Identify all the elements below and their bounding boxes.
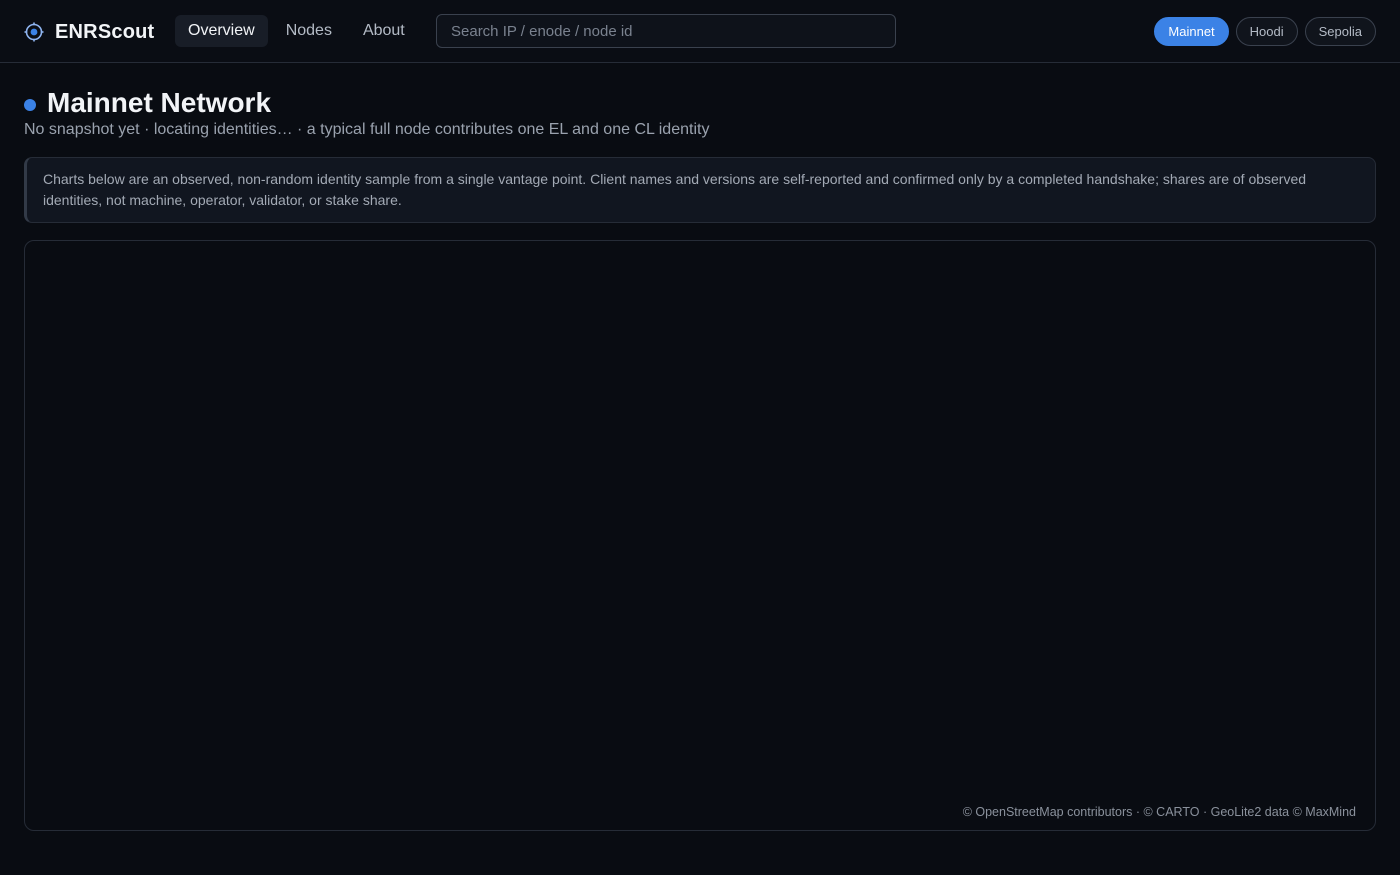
tab-about[interactable]: About xyxy=(350,15,418,47)
network-sepolia-button[interactable]: Sepolia xyxy=(1304,17,1376,46)
network-hoodi-button[interactable]: Hoodi xyxy=(1235,17,1298,46)
title-row: Mainnet Network xyxy=(24,86,709,120)
page-header: Mainnet Network No snapshot yet · locati… xyxy=(24,86,709,139)
network-status-dot xyxy=(24,99,36,111)
scout-logo-icon xyxy=(24,22,44,42)
tab-nodes[interactable]: Nodes xyxy=(273,15,345,47)
sample-disclaimer-notice: Charts below are an observed, non-random… xyxy=(24,157,1376,223)
node-map-panel[interactable]: © OpenStreetMap contributors · © CARTO ·… xyxy=(24,240,1376,831)
top-bar: ENRScout Overview Nodes About Mainnet Ho… xyxy=(0,0,1400,63)
search-input[interactable] xyxy=(437,15,895,47)
brand[interactable]: ENRScout xyxy=(24,18,154,46)
network-switcher: Mainnet Hoodi Sepolia xyxy=(1147,17,1376,46)
search-box xyxy=(436,14,896,48)
page-subtitle: No snapshot yet · locating identities… ·… xyxy=(24,121,710,138)
app-name: ENRScout xyxy=(55,20,155,43)
network-mainnet-button[interactable]: Mainnet xyxy=(1154,17,1229,46)
map-attribution: © OpenStreetMap contributors · © CARTO ·… xyxy=(962,805,1356,819)
tab-overview[interactable]: Overview xyxy=(175,15,268,47)
main-nav: Overview Nodes About xyxy=(175,15,423,47)
page-title: Mainnet Network xyxy=(47,87,272,118)
